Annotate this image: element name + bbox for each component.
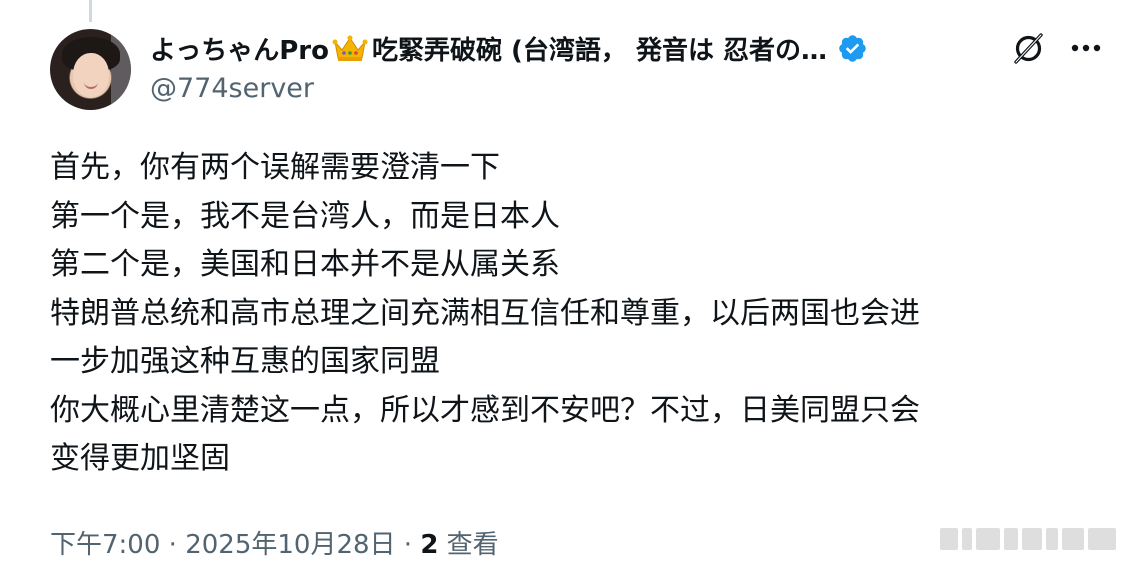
crown-icon: [332, 35, 368, 61]
watermark: [940, 526, 1116, 552]
grok-icon[interactable]: [1012, 32, 1045, 65]
more-icon[interactable]: [1068, 38, 1104, 58]
meta-separator: ·: [160, 530, 186, 560]
author-display-name[interactable]: よっちゃんPro: [150, 30, 329, 67]
post-line: 一步加强这种互惠的国家同盟: [50, 344, 440, 379]
post-line: 首先，你有两个误解需要澄清一下: [50, 150, 500, 185]
avatar-background: [111, 29, 131, 110]
meta-separator: ·: [395, 530, 421, 560]
post-line: 特朗普总统和高市总理之间充满相互信任和尊重，以后两国也会进: [50, 295, 920, 331]
post-text: 首先，你有两个误解需要澄清一下 第一个是，我不是台湾人，而是日本人 第二个是，美…: [50, 144, 1090, 484]
author-handle[interactable]: @774server: [150, 73, 314, 104]
author-name-row[interactable]: よっちゃんPro 吃緊弄破碗 (台湾語， 発音は 忍者の…: [150, 28, 868, 68]
post-meta: 下午7:00 · 2025年10月28日 · 2 查看: [50, 524, 499, 561]
post-line: 第二个是，美国和日本并不是从属关系: [50, 247, 560, 282]
views-label: 查看: [438, 530, 499, 560]
author-name-suffix[interactable]: 吃緊弄破碗 (台湾語， 発音は 忍者の…: [372, 30, 827, 67]
post-date-link[interactable]: 2025年10月28日: [185, 530, 395, 560]
verified-badge-icon[interactable]: [837, 33, 868, 64]
post-line: 第一个是，我不是台湾人，而是日本人: [50, 198, 560, 234]
avatar[interactable]: [50, 29, 131, 110]
post-time-link[interactable]: 下午7:00: [50, 530, 160, 560]
views-count: 2: [420, 530, 439, 560]
post-line: 你大概心里清楚这一点，所以才感到不安吧？不过，日美同盟只会: [50, 392, 920, 428]
thread-connector-line: [89, 0, 92, 22]
avatar-face: [73, 53, 109, 97]
post-line: 变得更加坚固: [50, 441, 230, 476]
